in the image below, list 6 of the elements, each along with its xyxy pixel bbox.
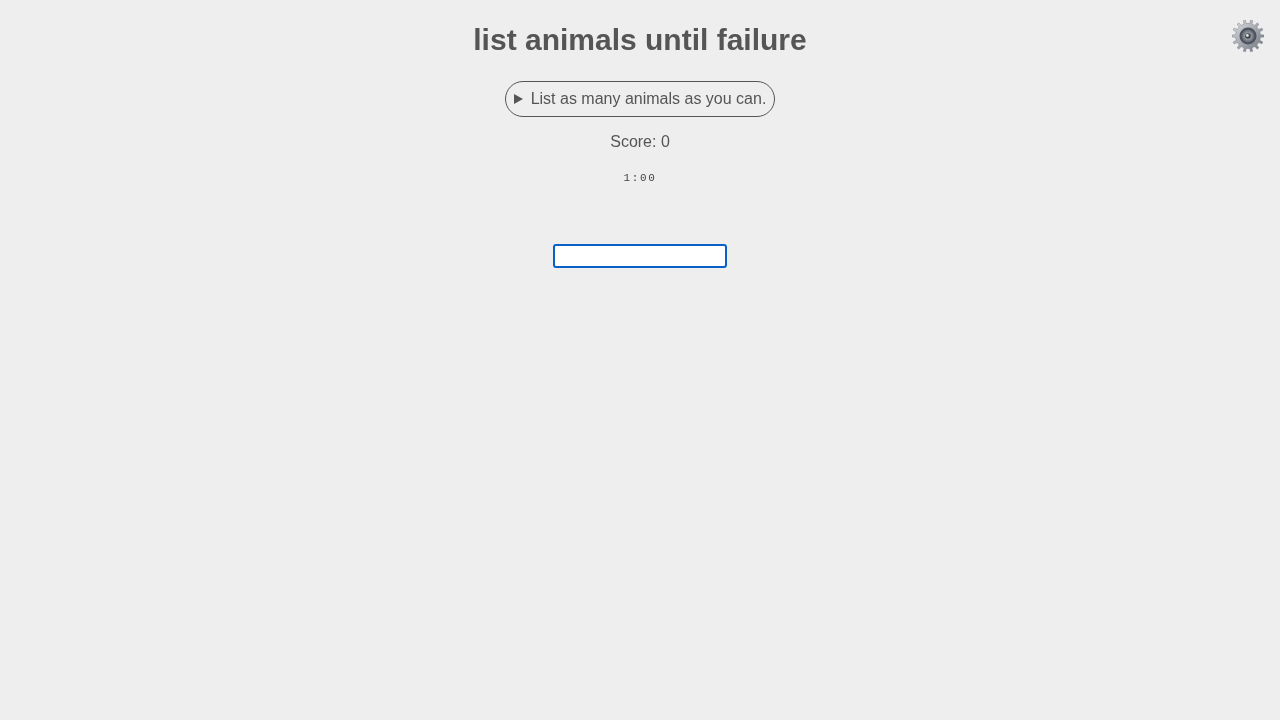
timer-text: 1:00	[623, 171, 657, 185]
page-title: list animals until failure	[473, 22, 807, 58]
answer-input[interactable]	[553, 244, 727, 268]
score-text: Score: 0	[610, 132, 670, 152]
settings-button[interactable]	[1232, 20, 1264, 52]
settings-icon	[1232, 20, 1264, 52]
